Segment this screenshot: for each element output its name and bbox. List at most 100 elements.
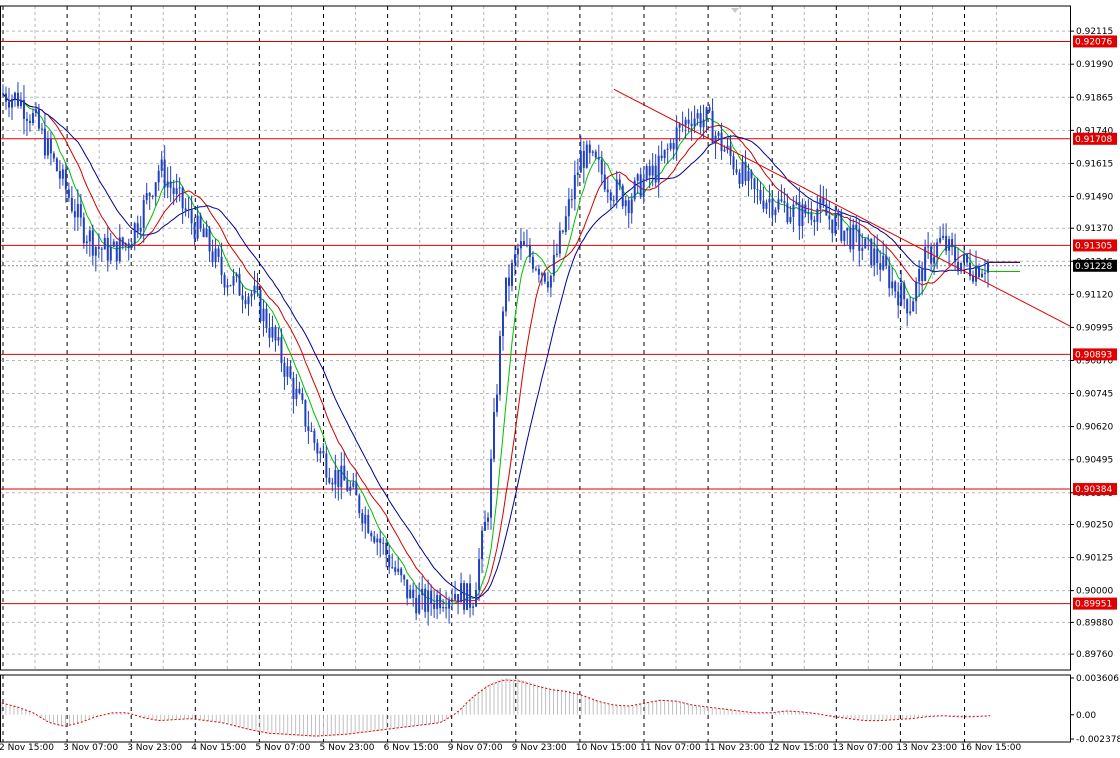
current-price-label: 0.91228	[1075, 262, 1112, 272]
candle-body	[430, 590, 433, 604]
candle-body	[409, 589, 412, 599]
candle-body	[163, 159, 166, 188]
price-tick-label: 0.90125	[1076, 554, 1113, 564]
candle-body	[678, 124, 681, 128]
candle-body	[166, 181, 169, 188]
candle-body	[522, 241, 525, 246]
candle-body	[79, 204, 82, 218]
candle-body	[777, 199, 780, 210]
candle-body	[762, 200, 765, 209]
candle-body	[498, 336, 501, 395]
candle-body	[636, 174, 639, 181]
candle-body	[576, 172, 579, 175]
candle-body	[627, 200, 630, 214]
candle-body	[25, 118, 28, 121]
candle-body	[867, 238, 870, 240]
candle-body	[753, 178, 756, 190]
candle-body	[906, 299, 909, 314]
candle-body	[624, 200, 627, 207]
candle-body	[265, 308, 268, 328]
candle-body	[328, 477, 331, 483]
candle-body	[37, 109, 40, 129]
candle-body	[295, 388, 298, 400]
candle-body	[573, 174, 576, 200]
candle-body	[493, 412, 496, 459]
candle-body	[825, 204, 828, 216]
candle-body	[385, 542, 388, 555]
candle-body	[382, 542, 385, 544]
candle-body	[226, 285, 229, 288]
candle-body	[747, 171, 750, 182]
candle-body	[253, 285, 256, 294]
candle-body	[454, 594, 457, 600]
chart-window[interactable]: 2 Nov 15:00 3 Nov 07:00 3 Nov 23:00 4 Nov 1…	[0, 0, 1120, 754]
candle-body	[298, 388, 301, 394]
level-label: 0.90893	[1075, 350, 1112, 360]
price-tick-label: 0.90000	[1076, 587, 1113, 597]
candle-body	[858, 229, 861, 251]
candle-body	[91, 230, 94, 256]
candle-body	[418, 594, 421, 614]
candle-body	[121, 237, 124, 246]
candle-body	[442, 607, 445, 609]
candle-body	[457, 594, 460, 603]
candle-body	[313, 430, 316, 443]
horizontal-levels	[0, 40, 1070, 605]
time-label: 5 Nov 07:00	[255, 743, 310, 753]
time-label: 4 Nov 15:00	[191, 743, 246, 753]
candle-body	[783, 201, 786, 204]
candle-body	[109, 246, 112, 261]
candle-body	[723, 149, 726, 152]
time-label: 13 Nov 23:00	[896, 743, 957, 753]
candle-body	[582, 150, 585, 168]
candle-body	[40, 128, 43, 130]
candle-body	[28, 120, 31, 123]
candle-body	[564, 216, 567, 232]
candle-body	[654, 165, 657, 183]
price-tick-label: 0.91370	[1076, 224, 1113, 234]
candle-body	[106, 237, 109, 261]
candle-body	[172, 187, 175, 195]
candle-body	[13, 92, 16, 99]
candle-body	[570, 199, 573, 201]
candle-body	[828, 215, 831, 220]
candle-body	[229, 285, 232, 287]
candle-body	[639, 174, 642, 198]
time-label: 5 Nov 23:00	[320, 743, 375, 753]
candle-body	[870, 238, 873, 266]
candle-body	[507, 277, 510, 286]
price-chart[interactable]: 2 Nov 15:00 3 Nov 07:00 3 Nov 23:00 4 Nov 1…	[0, 0, 1120, 754]
candle-body	[696, 113, 699, 119]
candle-body	[630, 199, 633, 214]
candle-body	[771, 198, 774, 216]
candle-body	[181, 187, 184, 209]
candle-body	[388, 554, 391, 568]
candle-body	[699, 113, 702, 128]
candle-body	[567, 199, 570, 217]
time-label: 6 Nov 15:00	[384, 743, 439, 753]
candle-body	[52, 153, 55, 159]
candle-body	[445, 607, 448, 609]
candle-body	[367, 514, 370, 533]
candle-body	[684, 119, 687, 126]
candle-body	[633, 180, 636, 200]
price-tick-label: 0.90250	[1076, 521, 1113, 531]
candle-body	[588, 144, 591, 153]
candle-body	[729, 145, 732, 157]
candle-body	[58, 170, 61, 179]
price-tick-label: 0.91615	[1076, 159, 1113, 169]
candle-body	[376, 538, 379, 543]
time-label: 12 Nov 15:00	[768, 743, 829, 753]
candle-body	[184, 208, 187, 211]
candle-body	[837, 212, 840, 216]
candle-body	[196, 215, 199, 239]
candle-body	[531, 256, 534, 269]
candle-body	[439, 595, 442, 609]
candle-body	[316, 442, 319, 454]
candle-body	[861, 248, 864, 251]
candle-body	[64, 169, 67, 190]
candle-body	[76, 204, 79, 218]
candle-body	[510, 262, 513, 286]
candle-body	[738, 172, 741, 184]
trendline	[613, 88, 1071, 327]
